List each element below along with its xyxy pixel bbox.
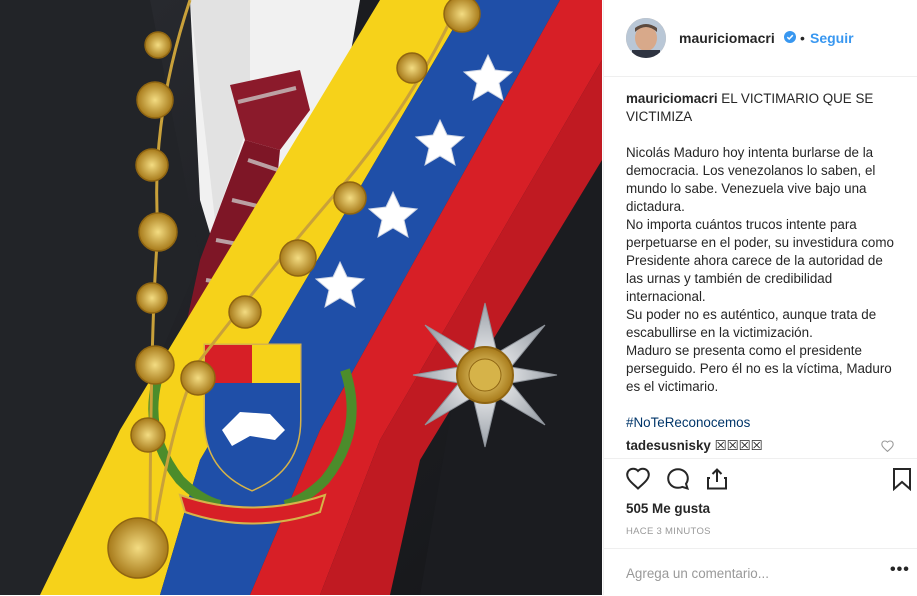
comment-username[interactable]: tadesusnisky — [626, 438, 711, 453]
likes-count[interactable]: 505 Me gusta — [626, 501, 710, 516]
heart-icon[interactable] — [626, 467, 650, 491]
caption-username[interactable]: mauriciomacri — [626, 91, 718, 106]
avatar[interactable] — [626, 18, 666, 58]
follow-button[interactable]: Seguir — [810, 30, 854, 46]
small-heart-icon[interactable] — [881, 440, 894, 452]
post-header: mauriciomacri • Seguir — [604, 0, 917, 77]
verified-badge-icon — [784, 31, 796, 43]
more-options-button[interactable]: ••• — [890, 561, 910, 579]
comment-text: ☒☒☒☒ — [714, 438, 763, 453]
comment-icon[interactable] — [666, 467, 690, 491]
caption-paragraph: Maduro se presenta como el presidente pe… — [626, 343, 892, 394]
comment-row: tadesusnisky ☒☒☒☒ — [626, 438, 906, 454]
separator-dot: • — [800, 30, 805, 46]
post-caption: mauriciomacri EL VICTIMARIO QUE SE VICTI… — [626, 90, 896, 432]
post-username[interactable]: mauriciomacri — [679, 30, 775, 46]
post-photo[interactable] — [0, 0, 602, 595]
share-icon[interactable] — [705, 467, 729, 491]
post-image — [0, 0, 602, 595]
hashtag-link[interactable]: #NoTeReconocemos — [626, 414, 896, 432]
post-sidebar: mauriciomacri • Seguir mauriciomacri EL … — [603, 0, 917, 595]
add-comment-bar: Agrega un comentario... ••• — [604, 548, 917, 596]
caption-paragraph: Su poder no es auténtico, aunque trata d… — [626, 307, 877, 340]
add-comment-input[interactable]: Agrega un comentario... — [626, 566, 769, 581]
caption-paragraph: No importa cuántos trucos intente para p… — [626, 217, 894, 304]
bookmark-icon[interactable] — [890, 467, 914, 491]
post-timestamp: HACE 3 MINUTOS — [626, 526, 711, 537]
caption-paragraph: Nicolás Maduro hoy intenta burlarse de l… — [626, 145, 876, 214]
